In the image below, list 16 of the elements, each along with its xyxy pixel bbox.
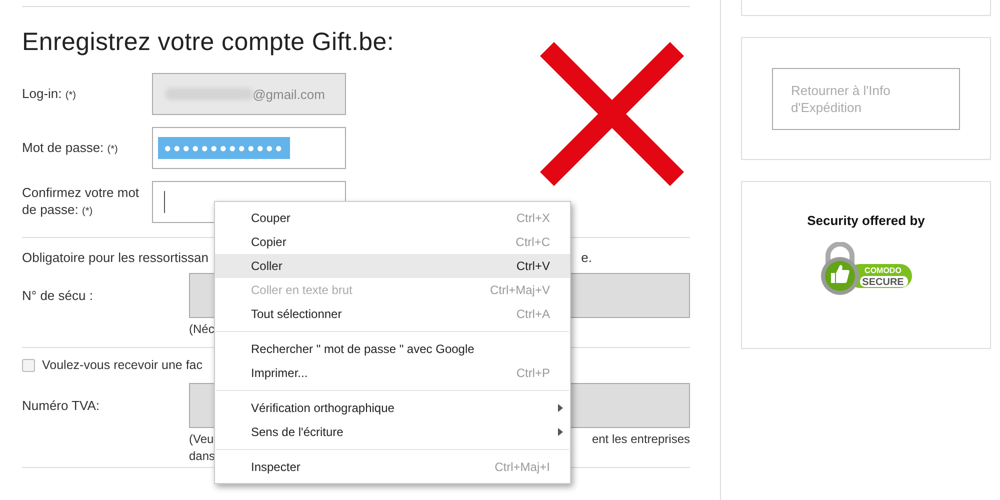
security-title: Security offered by (807, 213, 925, 228)
field-label: Log-in: (*) (22, 84, 77, 103)
notice-text: e. (581, 250, 592, 265)
field-label: Numéro TVA: (22, 397, 101, 414)
password-dots: ●●●●●●●●●●●●● (158, 137, 290, 159)
hint-text: ent les entreprises (592, 431, 690, 448)
page-title: Enregistrez votre compte Gift.be: (22, 28, 396, 57)
hint-text: (Néc (189, 321, 214, 338)
checkbox-label: Voulez-vous recevoir une fac (42, 358, 203, 372)
hint-text: (Veu (189, 431, 214, 448)
hint-text: dans (189, 448, 216, 465)
field-value: @gmail.com (252, 86, 325, 102)
field-label: Mot de passe: (*) (22, 138, 119, 157)
notice-text: Obligatoire pour les ressortissan (22, 250, 208, 265)
field-label: Confirmez votre mot de passe: (*) (22, 184, 140, 219)
field-label: N° de sécu : (22, 287, 94, 304)
